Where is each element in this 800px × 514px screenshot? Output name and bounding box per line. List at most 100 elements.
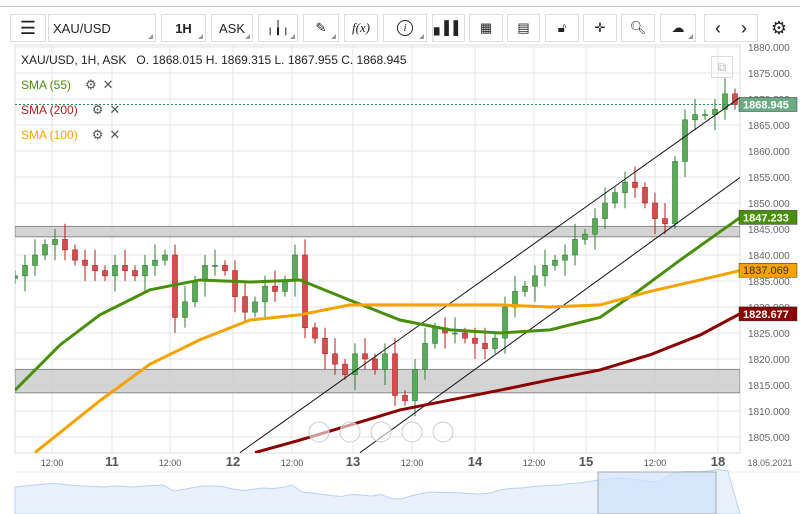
candle-body [132, 270, 138, 277]
y-tick-label: 1820.000 [748, 355, 790, 366]
candle-body [322, 337, 328, 355]
chevron-left-icon[interactable] [308, 421, 330, 443]
legend-label: SMA (200) [21, 103, 78, 117]
candle-body [82, 259, 88, 266]
close-icon[interactable]: ✕ [109, 102, 120, 118]
candle-body [282, 280, 288, 292]
close-icon[interactable]: ✕ [109, 127, 120, 143]
x-tick-label: 15 [579, 454, 593, 469]
y-tick-label: 1845.000 [748, 225, 790, 236]
candle-body [262, 285, 268, 303]
candle-body [462, 332, 468, 339]
candle-body [392, 353, 398, 396]
chevron-right-icon[interactable] [432, 421, 454, 443]
candle-body [292, 254, 298, 282]
candle-body [472, 337, 478, 344]
candle-body [582, 233, 588, 240]
candle-body [72, 249, 78, 261]
candle-body [492, 337, 498, 349]
candle-body [682, 119, 688, 162]
candle-body [642, 187, 648, 204]
gear-icon[interactable]: ⚙ [85, 77, 97, 93]
candle-body [402, 395, 408, 401]
x-tick-label: 14 [468, 454, 483, 469]
candle-body [32, 254, 38, 266]
y-tick-label: 1810.000 [748, 407, 790, 418]
candle-body [232, 270, 238, 297]
y-tick-label: 1855.000 [748, 173, 790, 184]
candle-body [362, 353, 368, 360]
candle-body [22, 265, 28, 277]
candle-body [422, 343, 428, 370]
candle-body [62, 239, 68, 251]
y-tick-label: 1850.000 [748, 199, 790, 210]
x-tick-label: 11 [105, 454, 119, 469]
y-tick-label: 1825.000 [748, 329, 790, 340]
gear-icon[interactable]: ⚙ [92, 127, 104, 143]
y-tick-label: 1875.000 [748, 69, 790, 80]
candle-body [182, 301, 188, 318]
candle-body [662, 218, 668, 225]
candle-body [572, 239, 578, 256]
x-tick-label: 12:00 [159, 458, 182, 468]
y-tick-label: 1865.000 [748, 121, 790, 132]
y-tick-label: 1880.000 [748, 43, 790, 54]
sma200-tag: 1828.677 [743, 309, 789, 321]
sr-zone [15, 368, 740, 394]
candle-body [342, 363, 348, 375]
candle-body [222, 265, 228, 271]
candle-body [312, 327, 318, 339]
price-chart[interactable]: 1880.0001875.0001870.0001865.0001860.000… [0, 0, 800, 514]
candle-body [452, 332, 458, 335]
sma100-tag: 1837.069 [743, 265, 789, 277]
candle-body [92, 265, 98, 271]
y-tick-label: 1840.000 [748, 251, 790, 262]
y-tick-label: 1815.000 [748, 381, 790, 392]
x-tick-label: 12:00 [523, 458, 546, 468]
legend-label: SMA (55) [21, 78, 72, 92]
candle-body [42, 244, 48, 256]
x-tick-label: 12:00 [401, 458, 424, 468]
candle-body [532, 275, 538, 287]
date-label: 18.05.2021 [747, 458, 792, 468]
y-tick-label: 1860.000 [748, 147, 790, 158]
candle-body [412, 369, 418, 401]
candle-body [102, 270, 108, 277]
candle-body [702, 114, 708, 116]
candle-body [602, 202, 608, 219]
candle-body [142, 265, 148, 277]
candle-body [242, 296, 248, 313]
candle-body [482, 343, 488, 349]
candle-body [672, 161, 678, 225]
candle-body [592, 218, 598, 235]
legend-sma-200: SMA (200) ⚙ ✕ [21, 102, 120, 118]
navigator-window[interactable] [597, 471, 717, 514]
y-tick-label: 1835.000 [748, 277, 790, 288]
x-tick-label: 12:00 [41, 458, 64, 468]
candle-body [162, 254, 168, 261]
candle-body [542, 265, 548, 277]
zoom-out-icon[interactable] [339, 421, 361, 443]
candle-body [612, 192, 618, 204]
gear-icon[interactable]: ⚙ [92, 102, 104, 118]
candle-body [692, 114, 698, 121]
candle-body [382, 353, 388, 370]
candle-body [15, 275, 18, 279]
x-tick-label: 12:00 [644, 458, 667, 468]
candle-body [152, 259, 158, 266]
candle-body [562, 254, 568, 261]
sma55-tag: 1847.233 [743, 212, 789, 224]
sr-zone [15, 225, 740, 238]
zoom-in-icon[interactable] [401, 421, 423, 443]
candle-body [632, 181, 638, 188]
legend-label: SMA (100) [21, 128, 78, 142]
close-icon[interactable]: ✕ [103, 77, 114, 93]
candle-body [332, 353, 338, 365]
candle-body [552, 259, 558, 266]
popout-icon[interactable]: ⧉ [711, 56, 733, 78]
candle-body [112, 265, 118, 277]
candle-body [372, 358, 378, 370]
reset-icon[interactable] [370, 421, 392, 443]
candle-body [52, 239, 58, 245]
candle-body [252, 301, 258, 313]
